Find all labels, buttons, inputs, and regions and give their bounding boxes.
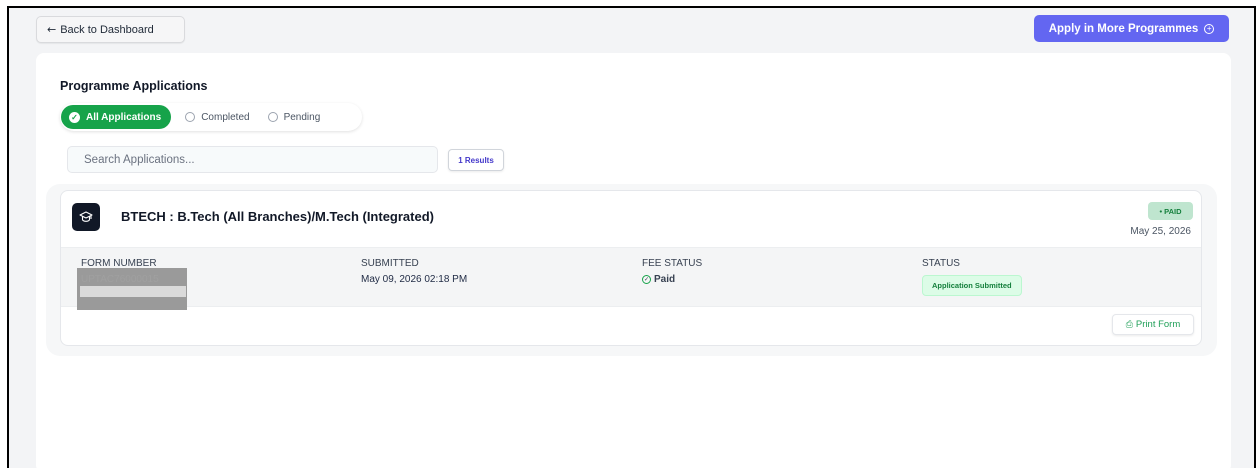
back-to-dashboard-button[interactable]: ← Back to Dashboard <box>36 16 185 43</box>
filter-label: Pending <box>283 111 321 123</box>
filter-pending[interactable]: Pending <box>260 105 329 129</box>
fee-status-value: ✓ Paid <box>642 274 702 285</box>
search-input[interactable] <box>67 146 438 173</box>
submitted-value: May 09, 2026 02:18 PM <box>361 274 468 285</box>
application-date: May 25, 2026 <box>1130 226 1191 237</box>
panel-title: Programme Applications <box>60 79 208 93</box>
status-badge: Application Submitted <box>922 275 1022 296</box>
print-button-label: Print Form <box>1135 319 1181 330</box>
radio-icon <box>185 112 196 122</box>
results-count-badge: 1 Results <box>448 149 504 171</box>
apply-more-programmes-button[interactable]: Apply in More Programmes + <box>1034 15 1229 42</box>
fee-status-label: FEE STATUS <box>642 258 703 269</box>
apply-button-label: Apply in More Programmes <box>1048 22 1199 35</box>
filter-completed[interactable]: Completed <box>177 105 257 129</box>
filter-group: ✓ All Applications Completed Pending <box>60 103 362 131</box>
programme-title: BTECH : B.Tech (All Branches)/M.Tech (In… <box>121 209 434 224</box>
plus-circle-icon: + <box>1204 23 1215 34</box>
application-card-wrapper: BTECH : B.Tech (All Branches)/M.Tech (In… <box>46 184 1217 356</box>
applications-panel: Programme Applications ✓ All Application… <box>36 53 1231 468</box>
filter-all-applications[interactable]: ✓ All Applications <box>61 105 172 129</box>
status-label: STATUS <box>922 258 960 269</box>
check-circle-icon: ✓ <box>642 275 651 284</box>
submitted-label: SUBMITTED <box>361 258 419 269</box>
form-number-column: FORM NUMBER UPTAC76000015 <box>81 258 159 285</box>
form-number-value: UPTAC76000015 <box>81 274 159 285</box>
application-card: BTECH : B.Tech (All Branches)/M.Tech (In… <box>60 190 1202 346</box>
submitted-column: SUBMITTED May 09, 2026 02:18 PM <box>361 258 467 285</box>
print-form-button[interactable]: ⎙ Print Form <box>1112 314 1194 335</box>
application-details: FORM NUMBER UPTAC76000015 SUBMITTED May … <box>61 247 1201 310</box>
graduation-cap-icon <box>72 203 100 231</box>
fee-status-text: Paid <box>654 274 676 285</box>
arrow-left-icon: ← <box>47 23 57 36</box>
check-circle-icon: ✓ <box>69 111 80 123</box>
back-button-label: Back to Dashboard <box>60 23 154 36</box>
paid-badge: • PAID <box>1148 202 1193 220</box>
radio-icon <box>267 112 278 122</box>
filter-label: Completed <box>201 111 250 123</box>
printer-icon: ⎙ <box>1125 319 1133 330</box>
form-number-label: FORM NUMBER <box>81 258 157 269</box>
filter-label: All Applications <box>86 111 162 123</box>
fee-status-column: FEE STATUS ✓ Paid <box>642 258 702 285</box>
redaction-block <box>80 286 186 297</box>
status-column: STATUS Application Submitted <box>922 258 1022 296</box>
